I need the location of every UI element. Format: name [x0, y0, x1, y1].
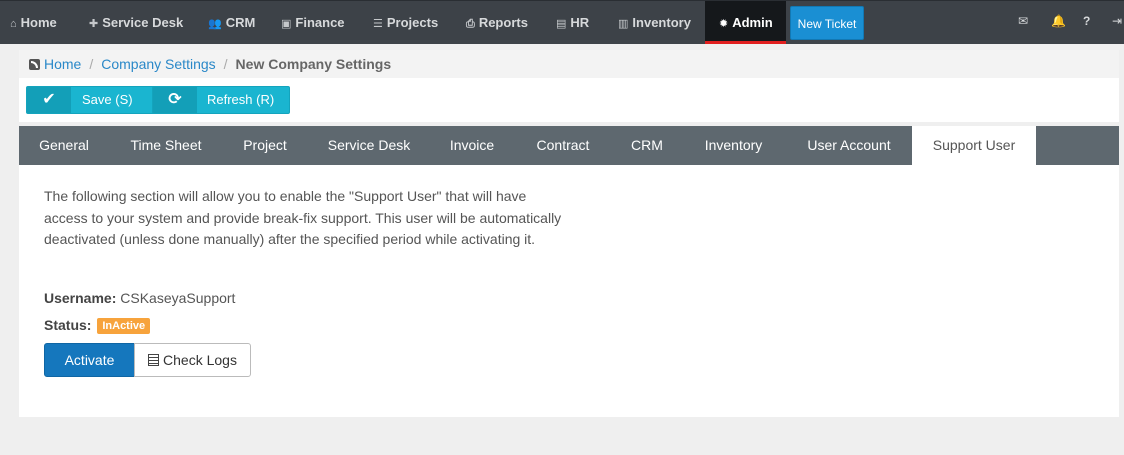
username-row: Username: CSKaseyaSupport: [44, 290, 235, 306]
activate-button[interactable]: Activate: [44, 343, 135, 377]
status-badge: InActive: [97, 318, 151, 334]
nav-home-label: Home: [20, 15, 57, 30]
save-button[interactable]: ✔ Save (S): [26, 86, 163, 114]
puzzle-icon: ✚: [89, 18, 99, 30]
help-icon[interactable]: ?: [1083, 1, 1090, 44]
tab-service-desk[interactable]: Service Desk: [307, 126, 431, 165]
signout-icon[interactable]: ⇥: [1112, 1, 1122, 44]
rss-icon: [29, 59, 40, 70]
nav-service-desk[interactable]: ✚ Service Desk: [89, 1, 183, 44]
nav-finance[interactable]: ▣ Finance: [281, 1, 345, 44]
money-icon: ▣: [281, 18, 292, 30]
nav-admin[interactable]: ✹ Admin: [705, 1, 786, 44]
list-alt-icon: [148, 354, 160, 366]
status-label: Status:: [44, 317, 92, 333]
refresh-label: Refresh (R): [207, 92, 275, 107]
envelope-icon[interactable]: ✉: [1018, 1, 1028, 44]
breadcrumb-separator: /: [223, 56, 228, 72]
nav-home[interactable]: ⌂ Home: [10, 1, 57, 44]
nav-reports-label: Reports: [478, 15, 528, 30]
nav-inventory[interactable]: ▥ Inventory: [618, 1, 691, 44]
breadcrumb: Home / Company Settings / New Company Settin…: [19, 50, 1119, 78]
save-label: Save (S): [82, 92, 133, 107]
gear-icon: ✹: [719, 18, 729, 30]
nav-hr[interactable]: ▤ HR: [556, 1, 589, 44]
tab-contract[interactable]: Contract: [513, 126, 613, 165]
breadcrumb-home[interactable]: Home: [44, 56, 81, 72]
tab-time-sheet[interactable]: Time Sheet: [109, 126, 223, 165]
support-user-panel: The following section will allow you to …: [19, 165, 1119, 417]
refresh-button[interactable]: ⟳ Refresh (R): [152, 86, 290, 114]
tab-inventory[interactable]: Inventory: [681, 126, 786, 165]
top-nav: ⌂ Home ✚ Service Desk 👥 CRM ▣ Finance ☰ Proje…: [0, 0, 1124, 44]
check-logs-label: Check Logs: [163, 352, 237, 368]
nav-crm-label: CRM: [225, 15, 256, 30]
home-icon: ⌂: [10, 18, 17, 30]
users-icon: 👥: [208, 18, 222, 30]
nav-finance-label: Finance: [295, 15, 345, 30]
username-value: CSKaseyaSupport: [120, 290, 236, 306]
breadcrumb-company-settings[interactable]: Company Settings: [101, 56, 215, 72]
nav-crm[interactable]: 👥 CRM: [208, 1, 255, 44]
status-row: Status: InActive: [44, 317, 151, 334]
tab-support-user[interactable]: Support User: [912, 126, 1036, 165]
nav-service-desk-label: Service Desk: [102, 15, 184, 30]
nav-inventory-label: Inventory: [632, 15, 691, 30]
username-label: Username:: [44, 290, 117, 306]
print-icon: ⎙: [466, 18, 475, 30]
tab-project[interactable]: Project: [223, 126, 307, 165]
toolbar: ✔ Save (S) ⟳ Refresh (R): [19, 78, 1119, 122]
nav-reports[interactable]: ⎙ Reports: [466, 1, 528, 44]
tab-crm[interactable]: CRM: [613, 126, 681, 165]
nav-admin-label: Admin: [732, 15, 773, 30]
breadcrumb-current: New Company Settings: [235, 56, 392, 72]
breadcrumb-separator: /: [89, 56, 94, 72]
tab-invoice[interactable]: Invoice: [431, 126, 513, 165]
tab-general[interactable]: General: [19, 126, 109, 165]
nav-projects-label: Projects: [386, 15, 439, 30]
bell-icon[interactable]: 🔔: [1051, 1, 1066, 44]
nav-projects[interactable]: ☰ Projects: [373, 1, 438, 44]
support-description: The following section will allow you to …: [44, 188, 562, 247]
new-ticket-button[interactable]: New Ticket: [790, 6, 864, 40]
refresh-icon: ⟳: [153, 87, 197, 113]
tab-user-account[interactable]: User Account: [786, 126, 912, 165]
briefcase-icon: ▤: [556, 18, 567, 30]
check-logs-button[interactable]: Check Logs: [134, 343, 251, 377]
settings-tabs: General Time Sheet Project Service Desk …: [19, 126, 1119, 165]
list-icon: ☰: [373, 18, 383, 30]
nav-hr-label: HR: [570, 15, 590, 30]
check-icon: ✔: [27, 87, 71, 113]
building-icon: ▥: [618, 18, 629, 30]
